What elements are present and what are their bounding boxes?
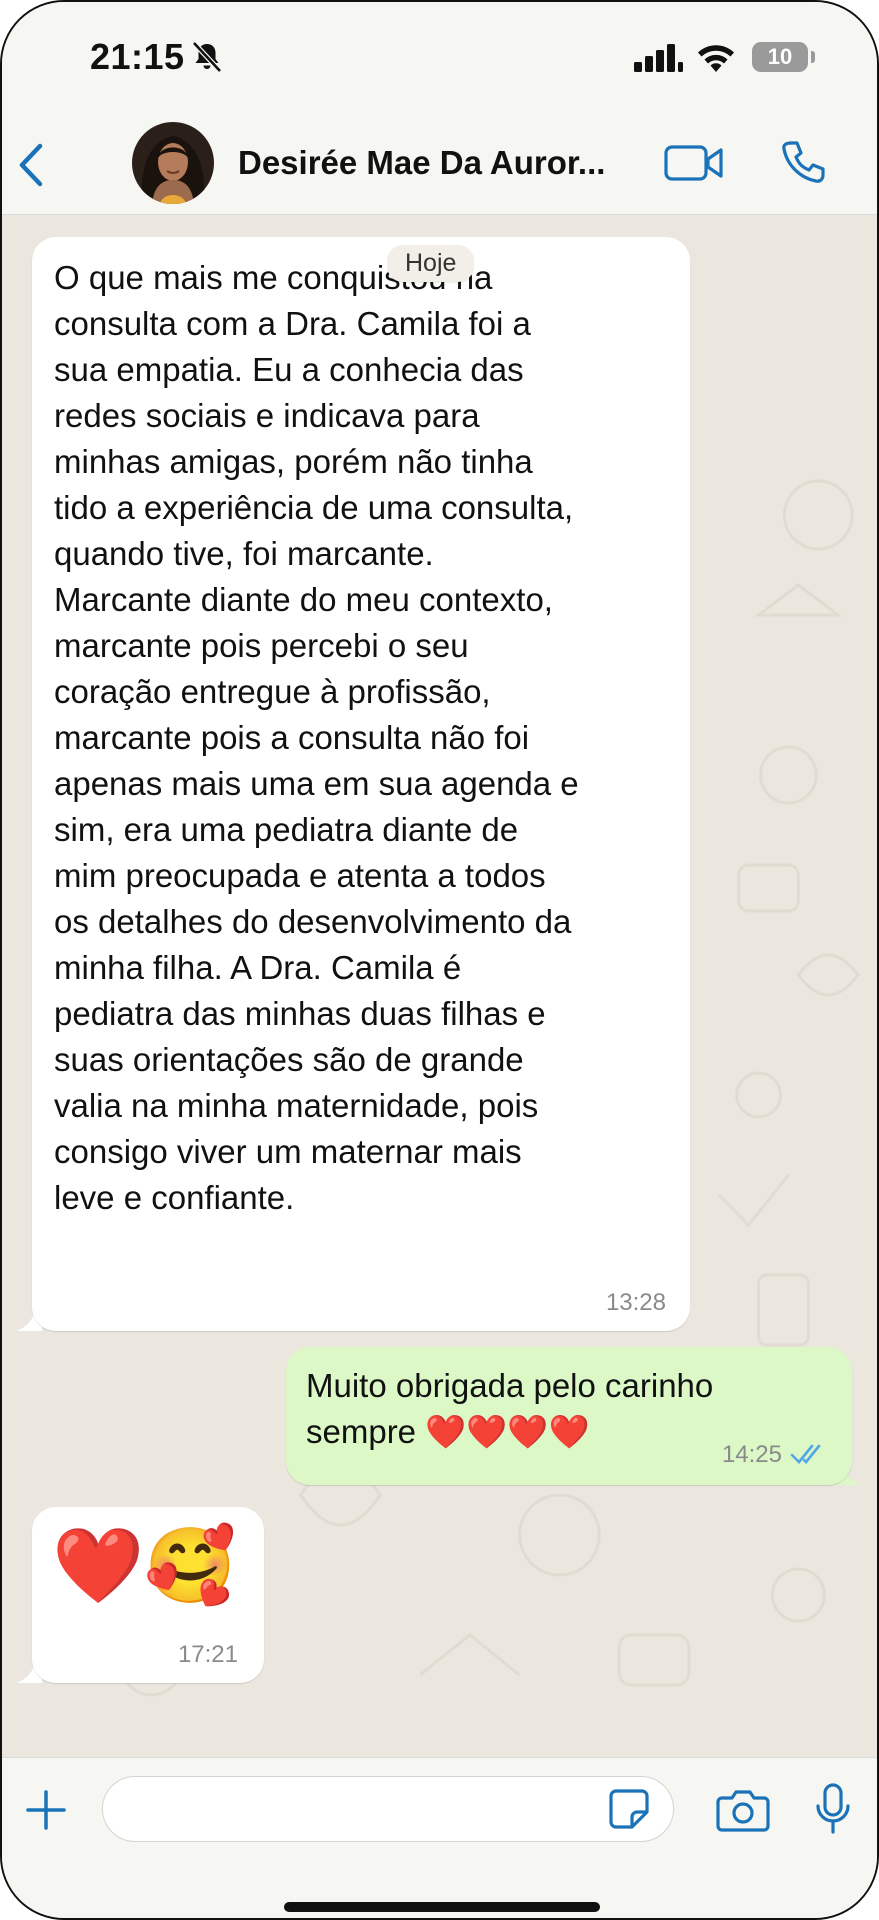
message-input[interactable] (102, 1776, 674, 1842)
chat-area[interactable]: O que mais me conquistou na consulta com… (2, 215, 877, 1757)
contact-avatar[interactable] (132, 122, 214, 204)
phone-icon[interactable] (778, 138, 826, 186)
avatar-photo (132, 122, 214, 204)
signal-icon (634, 44, 683, 72)
date-chip: Hoje (387, 245, 475, 282)
message-time: 17:21 (177, 1641, 238, 1668)
bell-slash-icon (192, 41, 222, 73)
phone-screen: 21:15 10 Desirée Mae Da Auror... O que m… (0, 0, 879, 1920)
message-text: ❤️🥰 (52, 1523, 237, 1609)
video-call-icon[interactable] (664, 144, 724, 182)
back-chevron-icon[interactable] (14, 142, 48, 188)
message-bubble-outgoing[interactable]: Muito obrigada pelo carinho sempre ❤️❤️❤… (286, 1347, 852, 1485)
plus-icon[interactable] (24, 1788, 68, 1832)
home-indicator[interactable] (284, 1902, 600, 1912)
message-text: Muito obrigada pelo carinho sempre ❤️❤️❤… (306, 1367, 714, 1450)
message-text: O que mais me conquistou na consulta com… (54, 259, 579, 1216)
microphone-icon[interactable] (814, 1782, 852, 1836)
wifi-icon (698, 45, 734, 72)
message-bubble-incoming[interactable]: ❤️🥰 17:21 (32, 1507, 264, 1683)
contact-name[interactable]: Desirée Mae Da Auror... (238, 144, 605, 182)
top-bar: 21:15 10 Desirée Mae Da Auror... (2, 2, 877, 215)
message-time: 14:25 (721, 1441, 782, 1468)
battery-tip (811, 51, 815, 63)
battery-icon: 10 (752, 42, 808, 72)
camera-icon[interactable] (716, 1788, 770, 1832)
sticker-icon[interactable] (608, 1788, 650, 1830)
read-ticks-icon (790, 1444, 821, 1464)
message-time: 13:28 (605, 1289, 666, 1316)
status-time: 21:15 (90, 36, 185, 77)
message-bubble-incoming[interactable]: O que mais me conquistou na consulta com… (32, 237, 690, 1331)
composer-bar (2, 1757, 877, 1918)
